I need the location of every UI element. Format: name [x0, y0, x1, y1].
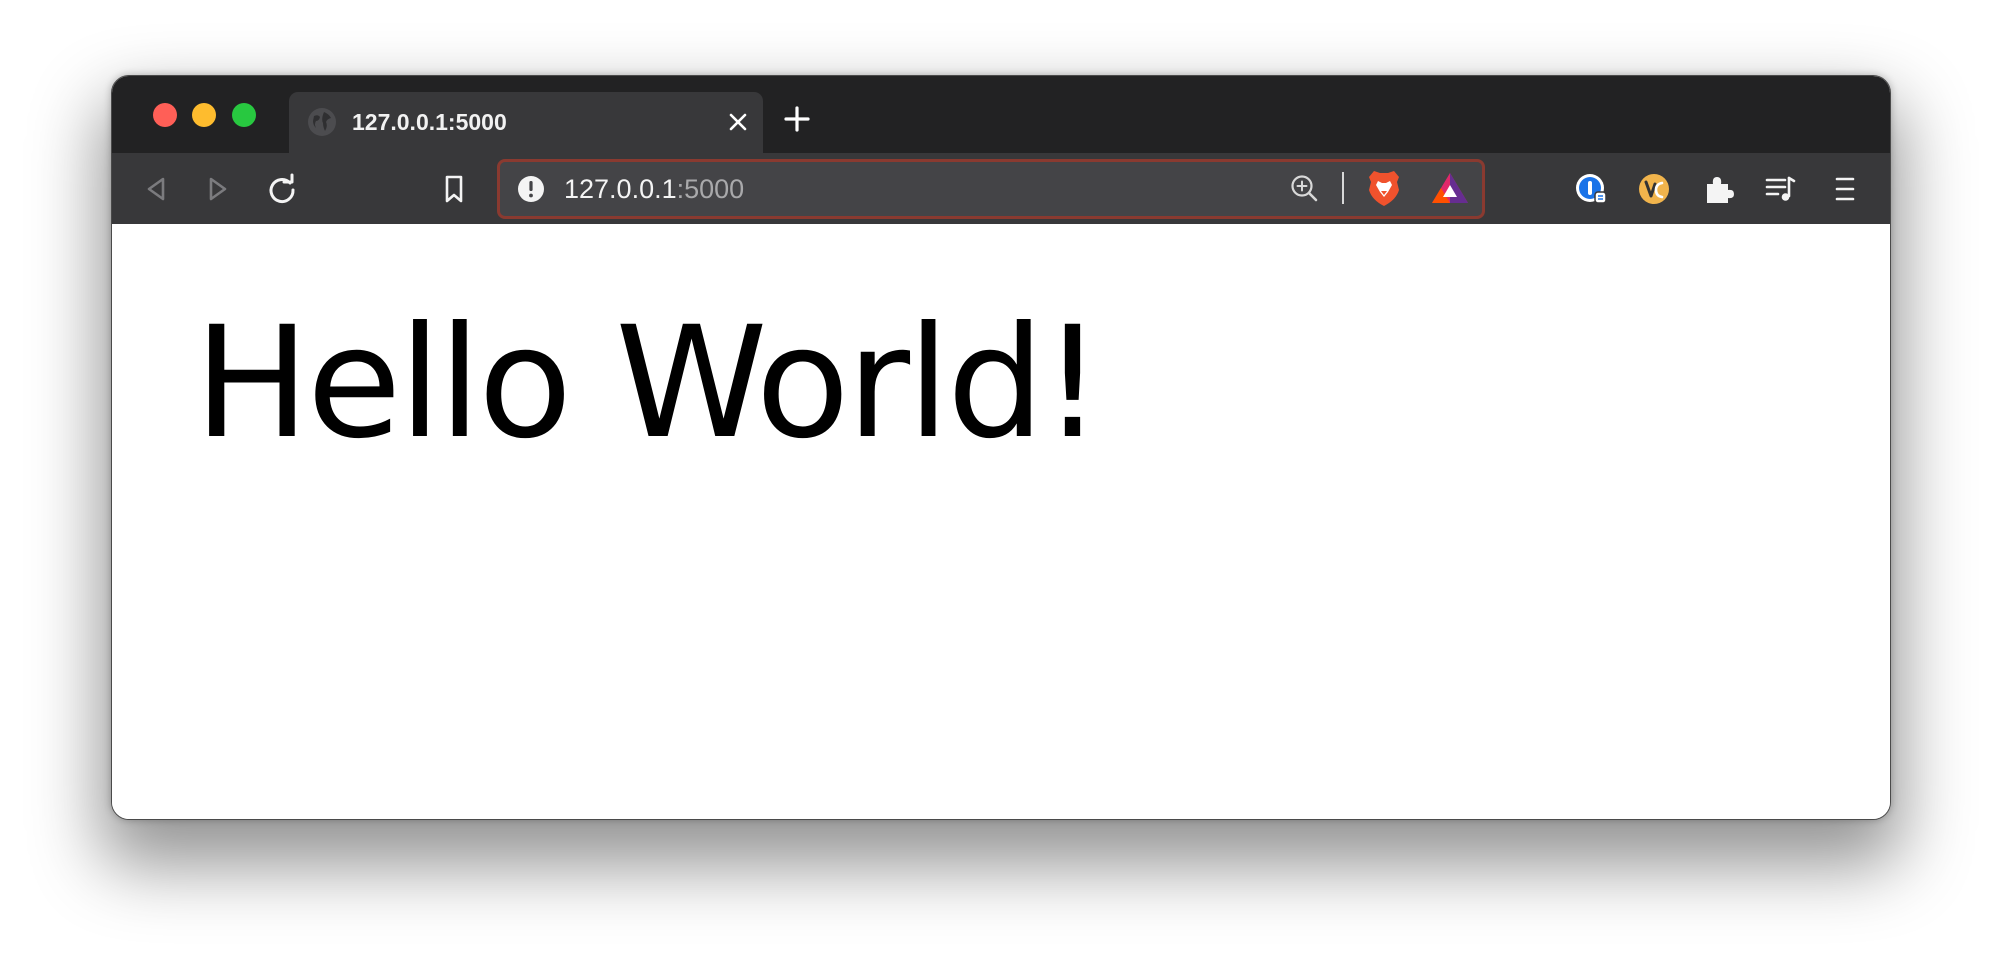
zoom-in-icon[interactable]	[1288, 172, 1320, 204]
browser-window: 127.0.0.1:5000 127.0.0.1:5000 Hello Worl…	[111, 75, 1891, 820]
globe-icon	[308, 108, 336, 136]
brave-rewards-icon[interactable]	[1430, 170, 1470, 206]
media-queue-icon[interactable]	[1763, 172, 1797, 206]
brave-shields-icon[interactable]	[1366, 168, 1402, 208]
url-text[interactable]: 127.0.0.1:5000	[564, 171, 744, 207]
vimium-c-icon[interactable]	[1637, 172, 1671, 206]
extensions-puzzle-icon[interactable]	[1701, 172, 1735, 206]
window-close-button[interactable]	[153, 103, 177, 127]
window-zoom-button[interactable]	[232, 103, 256, 127]
url-port: :5000	[676, 174, 745, 204]
active-tab[interactable]: 127.0.0.1:5000	[289, 92, 763, 153]
screenshot-stage: 127.0.0.1:5000 127.0.0.1:5000 Hello Worl…	[0, 0, 2000, 965]
navigation-toolbar: 127.0.0.1:5000	[112, 153, 1890, 224]
close-icon[interactable]	[725, 109, 751, 135]
page-heading: Hello World!	[194, 294, 1103, 473]
bookmark-icon[interactable]	[437, 172, 471, 206]
page-content: Hello World!	[112, 224, 1890, 819]
site-info-icon[interactable]	[516, 174, 546, 204]
reload-icon[interactable]	[265, 172, 299, 206]
menu-icon[interactable]	[1827, 172, 1861, 206]
tab-title: 127.0.0.1:5000	[352, 109, 507, 135]
forward-icon[interactable]	[201, 172, 235, 206]
tab-strip: 127.0.0.1:5000	[112, 76, 1890, 153]
new-tab-button[interactable]	[782, 104, 812, 134]
url-host: 127.0.0.1	[564, 174, 677, 204]
window-minimize-button[interactable]	[192, 103, 216, 127]
address-bar-divider	[1342, 172, 1344, 204]
address-bar[interactable]: 127.0.0.1:5000	[497, 159, 1485, 219]
onepassword-icon[interactable]	[1574, 172, 1608, 206]
back-icon[interactable]	[139, 172, 173, 206]
